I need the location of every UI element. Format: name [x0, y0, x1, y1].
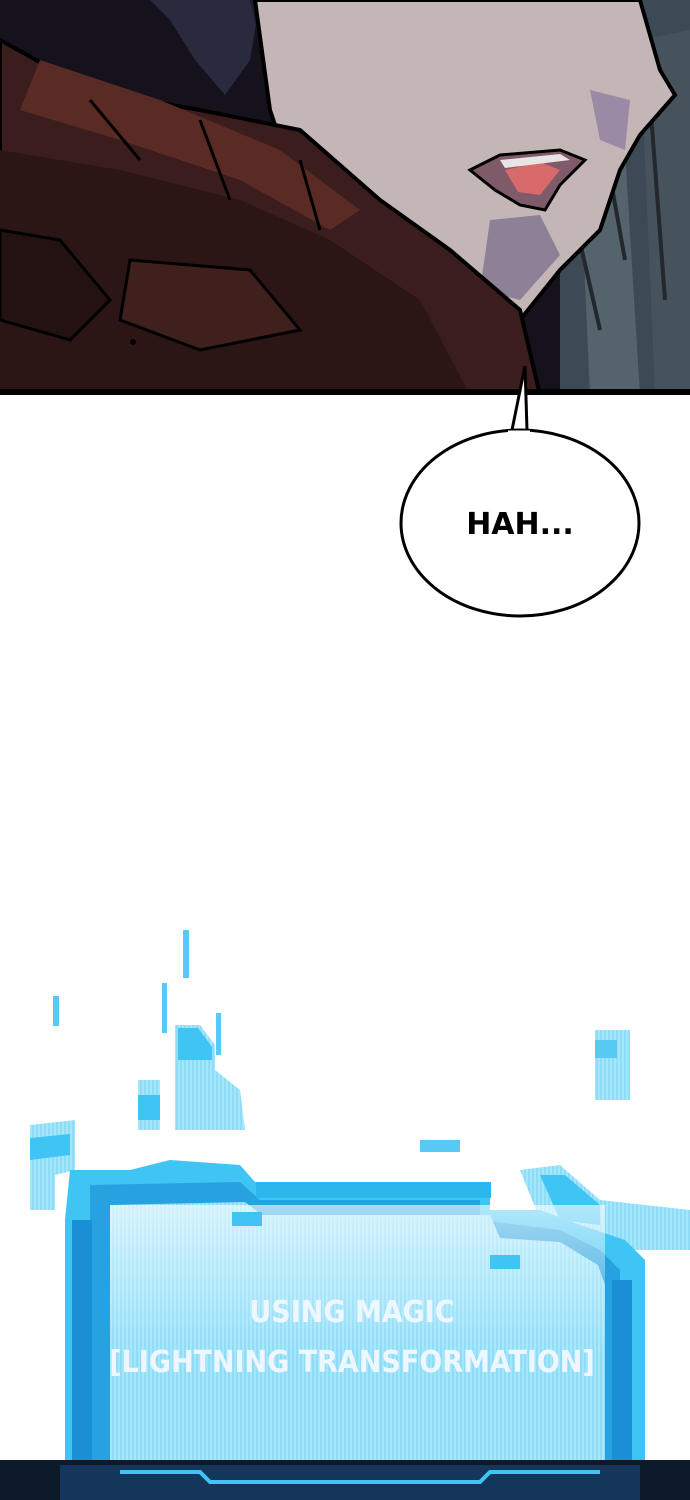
speech-bubble-text: HAH...	[466, 507, 574, 542]
system-window: USING MAGIC [LIGHTNING TRANSFORMATION]	[0, 930, 690, 1500]
system-text-line1: USING MAGIC	[249, 1295, 454, 1330]
system-text-line2: [LIGHTNING TRANSFORMATION]	[109, 1345, 594, 1380]
speech-bubble: HAH...	[399, 365, 641, 618]
character-illustration	[0, 0, 690, 389]
comic-panel-top	[0, 0, 690, 395]
